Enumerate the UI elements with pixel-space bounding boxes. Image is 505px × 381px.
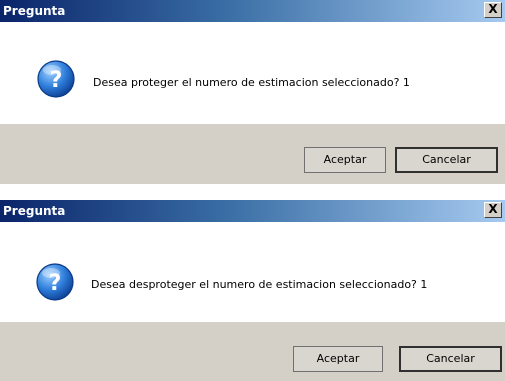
separator [0,184,505,200]
svg-text:?: ? [50,68,63,93]
dialog-title: Pregunta [3,4,66,18]
message-area [0,222,505,322]
close-button[interactable]: X [484,2,502,18]
dialog-message: Desea desproteger el numero de estimacio… [91,278,428,291]
question-icon: ? [37,60,75,98]
question-dialog-protect: Pregunta X ? Desea proteger el numero de… [0,0,505,184]
dialog-titlebar[interactable]: Pregunta X [0,200,505,222]
button-bar: Aceptar Cancelar [0,124,505,184]
question-dialog-unprotect: Pregunta X ? Desea desproteger el numero… [0,200,505,381]
question-icon: ? [36,263,74,301]
close-icon: X [488,202,498,216]
accept-button[interactable]: Aceptar [304,147,386,173]
dialog-title: Pregunta [3,204,66,218]
button-bar: Aceptar Cancelar [0,322,505,381]
accept-button[interactable]: Aceptar [293,346,383,372]
close-icon: X [488,2,498,16]
close-button[interactable]: X [484,202,502,218]
svg-text:?: ? [49,271,62,296]
cancel-button[interactable]: Cancelar [395,147,498,173]
dialog-message: Desea proteger el numero de estimacion s… [93,76,410,89]
dialog-titlebar[interactable]: Pregunta X [0,0,505,22]
cancel-button[interactable]: Cancelar [399,346,502,372]
